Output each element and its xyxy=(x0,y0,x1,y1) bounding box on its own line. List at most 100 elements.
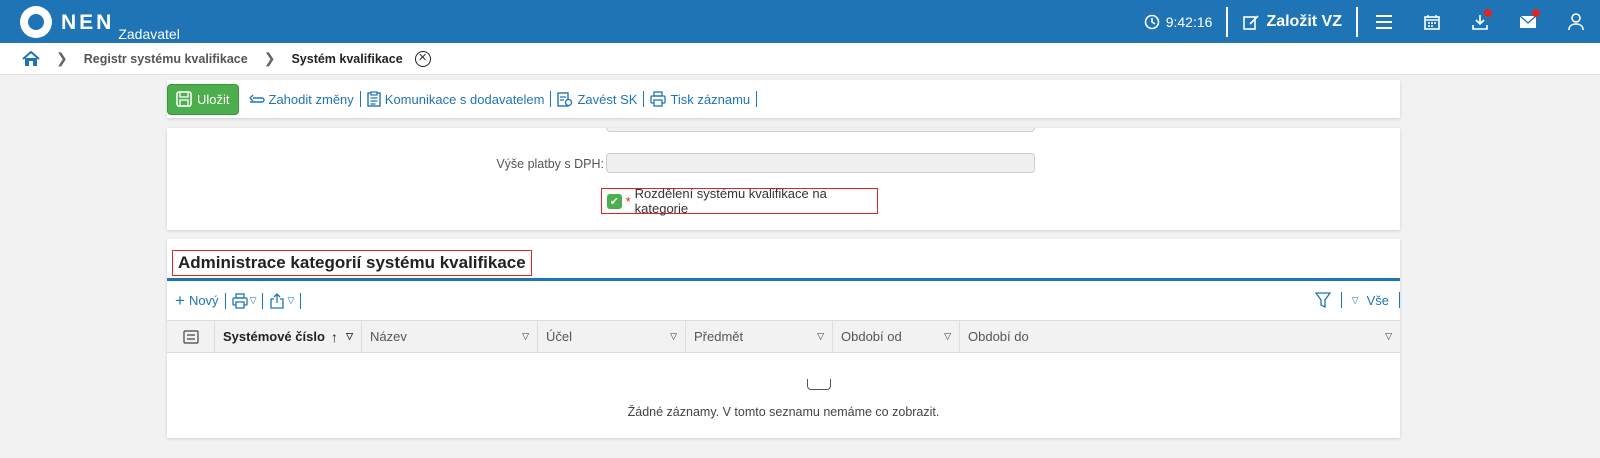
clipboard-icon xyxy=(367,91,381,107)
notification-dot xyxy=(1484,9,1492,17)
categories-checkbox-row[interactable]: ✔ * Rozdělení systému kvalifikace na kat… xyxy=(601,186,878,216)
filter-icon[interactable] xyxy=(1314,292,1331,308)
settings-sliders-icon xyxy=(182,329,199,344)
nen-logo[interactable]: NEN Zadavatel xyxy=(20,4,180,42)
discard-label: Zahodit změny xyxy=(268,91,354,107)
grid-filter-toolbar: ▽ Vše xyxy=(1314,292,1400,308)
user-icon xyxy=(1568,12,1584,30)
divider xyxy=(1226,6,1229,37)
breadcrumb: ❯ Registr systému kvalifikace ❯ Systém k… xyxy=(0,43,1600,75)
column-purpose[interactable]: Účel ▽ xyxy=(537,321,685,352)
filter-all-label: Vše xyxy=(1366,292,1389,308)
communication-button[interactable]: Komunikace s dodavatelem xyxy=(361,91,551,107)
messages-button[interactable] xyxy=(1504,0,1552,43)
column-label: Účel xyxy=(546,329,573,344)
column-label: Předmět xyxy=(694,329,744,344)
column-subject[interactable]: Předmět ▽ xyxy=(685,321,832,352)
downloads-button[interactable] xyxy=(1456,0,1504,43)
calendar-button[interactable] xyxy=(1408,0,1456,43)
save-icon xyxy=(176,91,192,107)
close-icon[interactable]: ✕ xyxy=(414,50,431,67)
required-marker: * xyxy=(625,193,631,209)
communication-label: Komunikace s dodavatelem xyxy=(384,91,545,107)
divider xyxy=(300,292,302,309)
caret-down-icon: ▽ xyxy=(249,295,257,305)
chevron-right-icon: ❯ xyxy=(263,50,276,66)
column-period-to[interactable]: Období do ▽ xyxy=(959,321,1400,352)
column-period-from[interactable]: Období od ▽ xyxy=(832,321,959,352)
time-value: 9:42:16 xyxy=(1165,13,1213,30)
vat-payment-label: Výše platby s DPH: xyxy=(496,157,604,171)
column-label: Období od xyxy=(841,329,902,344)
caret-down-icon: ▽ xyxy=(287,295,295,305)
logo-icon xyxy=(20,6,52,38)
clock-icon xyxy=(1144,14,1160,29)
breadcrumb-registry[interactable]: Registr systému kvalifikace xyxy=(84,52,248,66)
top-bar: NEN Zadavatel 9:42:16 Založit VZ xyxy=(0,0,1600,43)
print-record-button[interactable]: Tisk záznamu xyxy=(644,91,756,107)
divider xyxy=(167,278,1400,281)
caret-down-icon[interactable]: ▽ xyxy=(522,331,529,342)
column-label: Systémové číslo xyxy=(223,329,325,344)
calendar-icon xyxy=(1424,14,1440,30)
create-vz-button[interactable]: Založit VZ xyxy=(1230,13,1354,31)
caret-down-icon[interactable]: ▽ xyxy=(944,331,951,342)
discard-button[interactable]: Zahodit změny xyxy=(243,92,360,107)
breadcrumb-current: Systém kvalifikace xyxy=(291,51,403,66)
action-toolbar: Uložit Zahodit změny Komunikace s dodava… xyxy=(167,80,1400,118)
role-label: Zadavatel xyxy=(118,26,180,42)
empty-tray-icon xyxy=(807,379,831,390)
filter-all-dropdown[interactable]: ▽ Vše xyxy=(1352,293,1389,308)
save-label: Uložit xyxy=(197,91,230,107)
printer-icon xyxy=(650,91,667,107)
column-name[interactable]: Název ▽ xyxy=(361,321,537,352)
introduce-sk-button[interactable]: Zavést SK xyxy=(551,91,643,107)
notification-dot xyxy=(1532,9,1540,17)
menu-button[interactable] xyxy=(1360,0,1408,43)
undo-icon xyxy=(249,94,265,103)
caret-down-icon[interactable]: ▽ xyxy=(1385,331,1392,342)
divider xyxy=(262,292,264,309)
export-menu-button[interactable]: ▽ xyxy=(269,292,295,309)
introduce-sk-label: Zavést SK xyxy=(577,91,638,107)
document-settings-icon xyxy=(557,92,573,107)
new-label: Nový xyxy=(188,293,219,308)
empty-state-text: Žádné záznamy. V tomto seznamu nemáme co… xyxy=(627,405,940,419)
column-settings-button[interactable] xyxy=(167,321,214,352)
checkbox-checked-icon[interactable]: ✔ xyxy=(607,193,622,209)
home-icon[interactable] xyxy=(22,50,40,67)
divider xyxy=(1399,292,1400,308)
user-button[interactable] xyxy=(1552,0,1600,43)
vat-payment-field[interactable] xyxy=(606,153,1035,173)
divider xyxy=(756,91,758,107)
new-button[interactable]: + Nový xyxy=(175,292,219,309)
save-button[interactable]: Uložit xyxy=(167,83,239,115)
create-vz-label: Založit VZ xyxy=(1266,12,1342,30)
session-timer: 9:42:16 xyxy=(1132,14,1225,30)
categories-panel: Administrace kategorií systému kvalifika… xyxy=(167,239,1400,438)
print-menu-button[interactable]: ▽ xyxy=(231,292,257,309)
divider xyxy=(1340,292,1342,308)
sort-ascending-icon: ↑ xyxy=(330,328,338,345)
table-header: Systémové číslo ↑ ▽ Název ▽ Účel ▽ Předm… xyxy=(167,320,1400,353)
grid-toolbar: + Nový ▽ ▽ xyxy=(175,292,302,309)
caret-down-icon[interactable]: ▽ xyxy=(670,331,677,342)
column-label: Název xyxy=(370,329,407,344)
previous-field[interactable] xyxy=(606,128,1035,132)
column-label: Období do xyxy=(968,329,1029,344)
printer-icon xyxy=(231,292,248,309)
column-system-number[interactable]: Systémové číslo ↑ ▽ xyxy=(214,321,361,352)
caret-down-icon: ▽ xyxy=(1351,294,1359,305)
hamburger-icon xyxy=(1376,14,1392,29)
edit-icon xyxy=(1243,14,1260,30)
share-icon xyxy=(270,292,285,309)
section-title: Administrace kategorií systému kvalifika… xyxy=(172,250,532,276)
caret-down-icon[interactable]: ▽ xyxy=(817,331,824,342)
chevron-right-icon: ❯ xyxy=(56,50,68,66)
plus-icon: + xyxy=(175,291,185,310)
divider xyxy=(1356,6,1358,37)
caret-down-icon[interactable]: ▽ xyxy=(346,331,353,342)
categories-label: Rozdělení systému kvalifikace na kategor… xyxy=(634,186,827,216)
form-section: Výše platby s DPH: ✔ * Rozdělení systému… xyxy=(167,128,1400,230)
divider xyxy=(224,292,226,309)
